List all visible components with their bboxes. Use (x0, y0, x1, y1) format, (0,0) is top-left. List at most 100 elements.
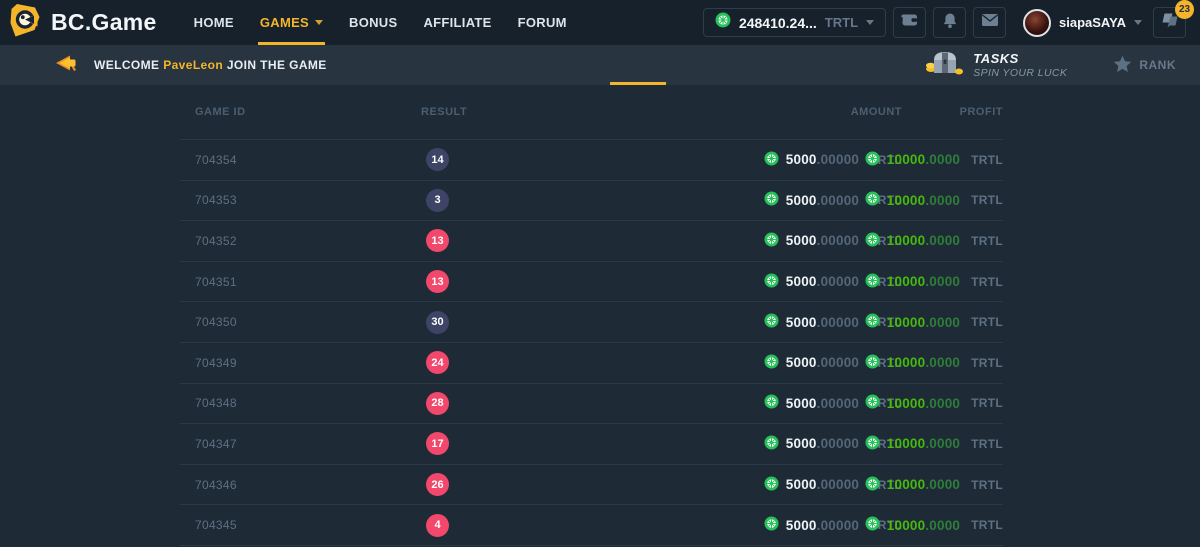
coin-icon (865, 476, 880, 494)
currency-label: TRTL (971, 193, 1003, 207)
coin-icon (764, 273, 779, 291)
tasks-title: TASKS (973, 51, 1067, 66)
result-badge: 30 (426, 311, 449, 334)
nav-item[interactable]: FORUM (505, 0, 580, 45)
coin-icon (764, 394, 779, 412)
profit-cell: 10000.0000 TRTL (911, 516, 1003, 534)
amount-cell: 5000.00000 TRTL (586, 476, 911, 494)
bets-table-header: GAME ID RESULT AMOUNT PROFIT (180, 85, 1003, 140)
tasks-labels: TASKS SPIN YOUR LUCK (973, 51, 1067, 79)
announcement-suffix: JOIN THE GAME (227, 58, 327, 72)
amount-value: 5000.00000 (764, 516, 859, 534)
table-row[interactable]: 704345 4 5000.00000 TRTL (180, 505, 1003, 546)
balance-selector[interactable]: 248410.24... TRTL (703, 8, 886, 37)
nav-item-label: GAMES (260, 15, 309, 30)
table-row[interactable]: 704351 13 5000.00000 TRTL (180, 262, 1003, 303)
chevron-down-icon (1134, 20, 1142, 25)
bcgame-logo-icon (8, 3, 41, 43)
result-badge: 13 (426, 229, 449, 252)
nav-item-label: FORUM (518, 15, 567, 30)
profit-cell: 10000.0000 TRTL (911, 354, 1003, 372)
nav-item-label: BONUS (349, 15, 397, 30)
bets-table: GAME ID RESULT AMOUNT PROFIT 704354 14 (180, 85, 1003, 546)
amount-cell: 5000.00000 TRTL (586, 435, 911, 453)
result-badge: 3 (426, 189, 449, 212)
user-menu[interactable]: siapaSAYA (1023, 9, 1142, 37)
currency-label: TRTL (971, 275, 1003, 289)
table-row[interactable]: 704352 13 5000.00000 TRTL (180, 221, 1003, 262)
header-result: RESULT (406, 106, 586, 118)
profit-value: 10000.0000 (865, 476, 960, 494)
coin-icon (865, 191, 880, 209)
tasks-widget[interactable]: TASKS SPIN YOUR LUCK (924, 47, 1067, 84)
megaphone-icon (54, 53, 79, 78)
nav-item-label: HOME (194, 15, 234, 30)
game-id-cell: 704351 (180, 275, 406, 289)
currency-label: TRTL (971, 437, 1003, 451)
notifications-button[interactable] (933, 7, 966, 38)
amount-cell: 5000.00000 TRTL (586, 354, 911, 372)
profit-value: 10000.0000 (865, 191, 960, 209)
nav-item[interactable]: BONUS (336, 0, 410, 45)
announcement-bar: WELCOME PaveLeon JOIN THE GAME TASKS SPI… (0, 45, 1200, 85)
nav-item[interactable]: GAMES (247, 0, 336, 45)
amount-cell: 5000.00000 TRTL (586, 273, 911, 291)
balance-amount: 248410.24... (739, 15, 817, 31)
result-cell: 14 (406, 148, 586, 171)
result-badge: 26 (426, 473, 449, 496)
profit-cell: 10000.0000 TRTL (911, 476, 1003, 494)
profit-value: 10000.0000 (865, 273, 960, 291)
star-icon (1113, 55, 1132, 76)
profit-cell: 10000.0000 TRTL (911, 313, 1003, 331)
rank-widget[interactable]: RANK (1113, 55, 1176, 76)
nav-item[interactable]: HOME (181, 0, 247, 45)
profit-value: 10000.0000 (865, 354, 960, 372)
coin-icon (865, 151, 880, 169)
chat-button[interactable]: 23 (1153, 7, 1186, 38)
coin-icon (764, 516, 779, 534)
coin-icon (764, 313, 779, 331)
amount-cell: 5000.00000 TRTL (586, 232, 911, 250)
header-game-id: GAME ID (180, 106, 406, 118)
main-content: GAME ID RESULT AMOUNT PROFIT 704354 14 (0, 85, 1200, 546)
amount-value: 5000.00000 (764, 354, 859, 372)
messages-button[interactable] (973, 7, 1006, 38)
main-nav: HOME GAMES BONUS AFFILIATE FORUM (181, 0, 580, 45)
profit-cell: 10000.0000 TRTL (911, 151, 1003, 169)
amount-value: 5000.00000 (764, 435, 859, 453)
result-badge: 13 (426, 270, 449, 293)
profit-cell: 10000.0000 TRTL (911, 435, 1003, 453)
brand[interactable]: BC.Game (8, 3, 157, 43)
chat-icon (1161, 12, 1179, 33)
table-row[interactable]: 704346 26 5000.00000 TRTL (180, 465, 1003, 506)
mail-icon (981, 13, 999, 32)
amount-value: 5000.00000 (764, 476, 859, 494)
profit-cell: 10000.0000 TRTL (911, 394, 1003, 412)
result-badge: 24 (426, 351, 449, 374)
result-cell: 24 (406, 351, 586, 374)
result-cell: 13 (406, 229, 586, 252)
profit-value: 10000.0000 (865, 435, 960, 453)
result-badge: 17 (426, 432, 449, 455)
table-row[interactable]: 704349 24 5000.00000 TRTL (180, 343, 1003, 384)
treasure-chest-icon (924, 47, 964, 84)
currency-label: TRTL (971, 356, 1003, 370)
table-row[interactable]: 704354 14 5000.00000 TRTL (180, 140, 1003, 181)
table-row[interactable]: 704353 3 5000.00000 TRTL (180, 181, 1003, 222)
chat-unread-badge: 23 (1175, 0, 1194, 19)
currency-label: TRTL (971, 315, 1003, 329)
table-row[interactable]: 704348 28 5000.00000 TRTL (180, 384, 1003, 425)
currency-label: TRTL (971, 518, 1003, 532)
coin-icon (764, 151, 779, 169)
avatar (1023, 9, 1051, 37)
table-row[interactable]: 704347 17 5000.00000 TRTL (180, 424, 1003, 465)
chevron-down-icon (866, 20, 874, 25)
nav-item[interactable]: AFFILIATE (410, 0, 504, 45)
game-id-cell: 704349 (180, 356, 406, 370)
announcement-prefix: WELCOME (94, 58, 159, 72)
profit-value: 10000.0000 (865, 151, 960, 169)
profit-cell: 10000.0000 TRTL (911, 273, 1003, 291)
table-row[interactable]: 704350 30 5000.00000 TRTL (180, 302, 1003, 343)
amount-cell: 5000.00000 TRTL (586, 191, 911, 209)
wallet-button[interactable] (893, 7, 926, 38)
